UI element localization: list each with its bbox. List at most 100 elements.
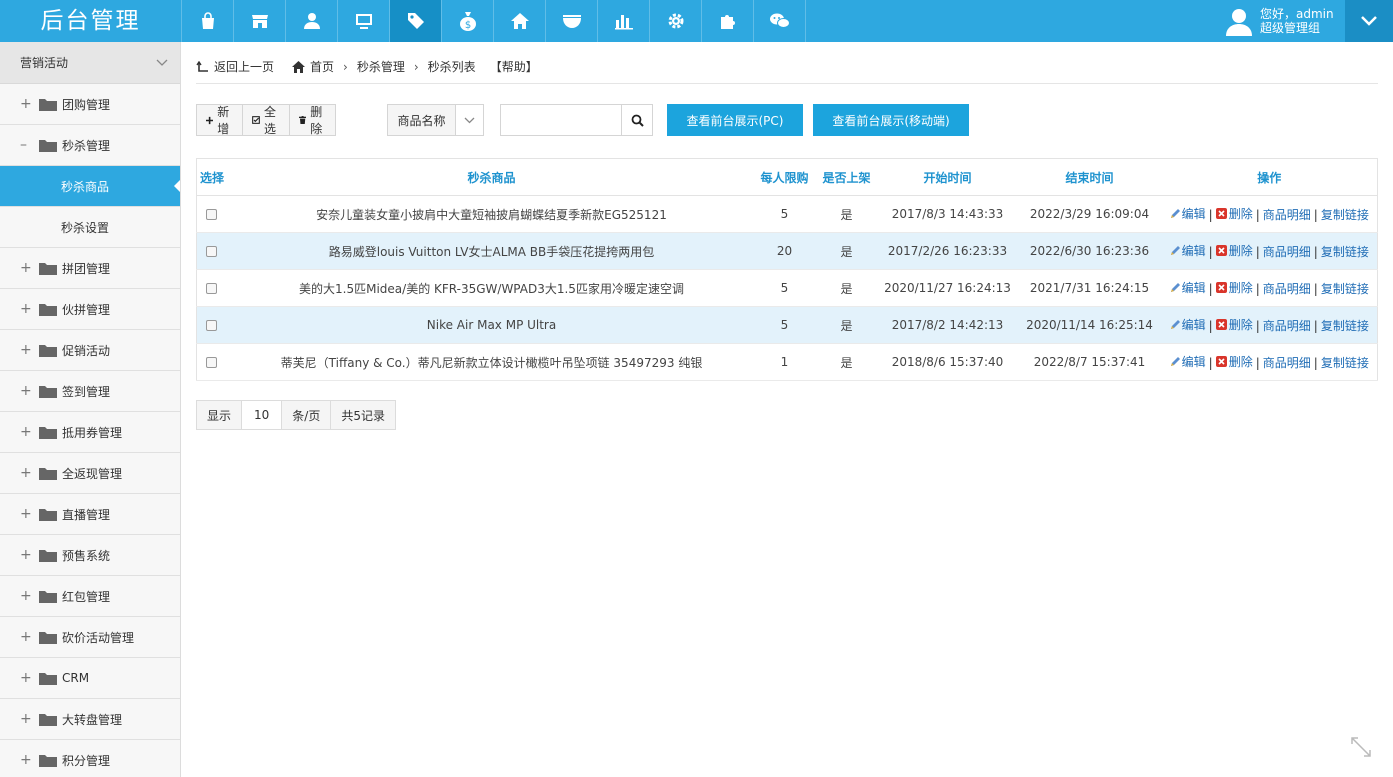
copy-link[interactable]: 复制链接 <box>1321 206 1369 223</box>
copy-link[interactable]: 复制链接 <box>1321 317 1369 334</box>
chevron-down-icon <box>464 117 475 123</box>
sidebar-section-header[interactable]: 营销活动 <box>0 42 180 84</box>
folder-icon <box>39 385 57 398</box>
sidebar-item[interactable]: + 大转盘管理 <box>0 699 180 740</box>
sidebar-item[interactable]: + 砍价活动管理 <box>0 617 180 658</box>
plus-icon: + <box>20 301 32 317</box>
copy-link[interactable]: 复制链接 <box>1321 280 1369 297</box>
limit-value: 5 <box>753 306 816 344</box>
delete-link[interactable]: 删除 <box>1215 205 1253 222</box>
separator: | <box>1313 245 1318 260</box>
help-link[interactable]: 【帮助】 <box>490 58 538 75</box>
search-button[interactable] <box>622 105 652 135</box>
limit-value: 5 <box>753 269 816 307</box>
page-size-select[interactable]: 10 <box>242 401 283 429</box>
back-link[interactable]: 返回上一页 <box>196 58 274 75</box>
sidebar-item[interactable]: + 拼团管理 <box>0 248 180 289</box>
user-icon[interactable] <box>286 0 338 42</box>
col-start: 开始时间 <box>877 158 1018 196</box>
view-pc-button[interactable]: 查看前台展示(PC) <box>667 104 803 136</box>
plus-icon: + <box>20 506 32 522</box>
home-icon[interactable] <box>494 0 546 42</box>
delete-link[interactable]: 删除 <box>1215 316 1253 333</box>
breadcrumb-separator: › <box>343 59 348 74</box>
detail-link[interactable]: 商品明细 <box>1263 243 1311 260</box>
chevron-down-icon <box>156 59 168 66</box>
sidebar-item[interactable]: + 伙拼管理 <box>0 289 180 330</box>
edit-link[interactable]: 编辑 <box>1170 279 1206 296</box>
home-link[interactable]: 首页 <box>292 58 334 75</box>
sidebar-item[interactable]: – 秒杀管理 <box>0 125 180 166</box>
money-bag-icon[interactable]: $ <box>442 0 494 42</box>
delete-button[interactable]: 删除 <box>290 105 335 136</box>
search-input[interactable] <box>501 105 622 135</box>
add-button[interactable]: 新增 <box>197 105 244 136</box>
separator: | <box>1313 208 1318 223</box>
view-mobile-button[interactable]: 查看前台展示(移动端) <box>813 104 969 136</box>
end-time: 2021/7/31 16:24:15 <box>1017 269 1162 307</box>
tag-icon[interactable] <box>390 0 442 42</box>
chevron-down-icon <box>1361 16 1377 26</box>
detail-link[interactable]: 商品明细 <box>1263 354 1311 371</box>
sidebar-item[interactable]: + 积分管理 <box>0 740 180 777</box>
sidebar-item[interactable]: + 签到管理 <box>0 371 180 412</box>
copy-link[interactable]: 复制链接 <box>1321 243 1369 260</box>
product-name: 蒂芙尼（Tiffany & Co.）蒂凡尼新款立体设计橄榄叶吊坠项链 35497… <box>229 343 754 381</box>
sidebar-item[interactable]: + 红包管理 <box>0 576 180 617</box>
field-select[interactable]: 商品名称 <box>387 104 484 136</box>
puzzle-icon[interactable] <box>702 0 754 42</box>
select-all-button[interactable]: 全选 <box>243 105 291 136</box>
monitor-icon[interactable] <box>338 0 390 42</box>
row-checkbox[interactable] <box>206 320 217 331</box>
folder-icon <box>39 426 57 439</box>
wechat-icon[interactable] <box>754 0 806 42</box>
sidebar-subitem[interactable]: 秒杀设置 <box>0 207 180 248</box>
edit-link[interactable]: 编辑 <box>1170 242 1206 259</box>
top-bar: 后台管理 $ 您好，admin 超级管理组 <box>0 0 1393 42</box>
sidebar-item[interactable]: + 全返现管理 <box>0 453 180 494</box>
pencil-icon <box>1170 320 1180 330</box>
col-product: 秒杀商品 <box>229 158 754 196</box>
row-checkbox[interactable] <box>206 246 217 257</box>
bar-chart-icon[interactable] <box>598 0 650 42</box>
edit-link[interactable]: 编辑 <box>1170 316 1206 333</box>
sidebar-item[interactable]: + 预售系统 <box>0 535 180 576</box>
resize-corner-icon[interactable] <box>1350 736 1372 761</box>
row-checkbox[interactable] <box>206 283 217 294</box>
sidebar-item-label: 秒杀管理 <box>62 138 111 153</box>
separator: | <box>1208 208 1213 223</box>
detail-link[interactable]: 商品明细 <box>1263 280 1311 297</box>
user-menu-toggle[interactable] <box>1345 0 1393 42</box>
sidebar-item-label: 团购管理 <box>62 97 111 112</box>
limit-value: 1 <box>753 343 816 381</box>
gear-icon[interactable] <box>650 0 702 42</box>
folder-icon <box>39 713 57 726</box>
row-checkbox[interactable] <box>206 209 217 220</box>
sidebar-subitem[interactable]: 秒杀商品 <box>0 166 180 207</box>
folder-icon <box>39 590 57 603</box>
field-select-caret[interactable] <box>456 105 483 135</box>
edit-link[interactable]: 编辑 <box>1170 205 1206 222</box>
on-sale-value: 是 <box>815 343 878 381</box>
separator: | <box>1313 282 1318 297</box>
sidebar-item[interactable]: + 团购管理 <box>0 84 180 125</box>
delete-link[interactable]: 删除 <box>1215 242 1253 259</box>
bowl-icon[interactable] <box>546 0 598 42</box>
delete-link[interactable]: 删除 <box>1215 279 1253 296</box>
copy-link[interactable]: 复制链接 <box>1321 354 1369 371</box>
edit-link[interactable]: 编辑 <box>1170 353 1206 370</box>
user-info[interactable]: 您好，admin 超级管理组 <box>1224 5 1342 37</box>
store-icon[interactable] <box>234 0 286 42</box>
row-checkbox[interactable] <box>206 357 217 368</box>
shopping-bag-icon[interactable] <box>182 0 234 42</box>
sidebar-item[interactable]: + 直播管理 <box>0 494 180 535</box>
sidebar-item[interactable]: + 促销活动 <box>0 330 180 371</box>
sidebar-item[interactable]: + CRM <box>0 658 180 699</box>
detail-link[interactable]: 商品明细 <box>1263 206 1311 223</box>
delete-link[interactable]: 删除 <box>1215 353 1253 370</box>
sidebar-section-title: 营销活动 <box>20 56 69 70</box>
breadcrumb-level1[interactable]: 秒杀管理 <box>357 58 405 75</box>
sidebar-item[interactable]: + 抵用券管理 <box>0 412 180 453</box>
detail-link[interactable]: 商品明细 <box>1263 317 1311 334</box>
field-select-value: 商品名称 <box>388 105 456 135</box>
